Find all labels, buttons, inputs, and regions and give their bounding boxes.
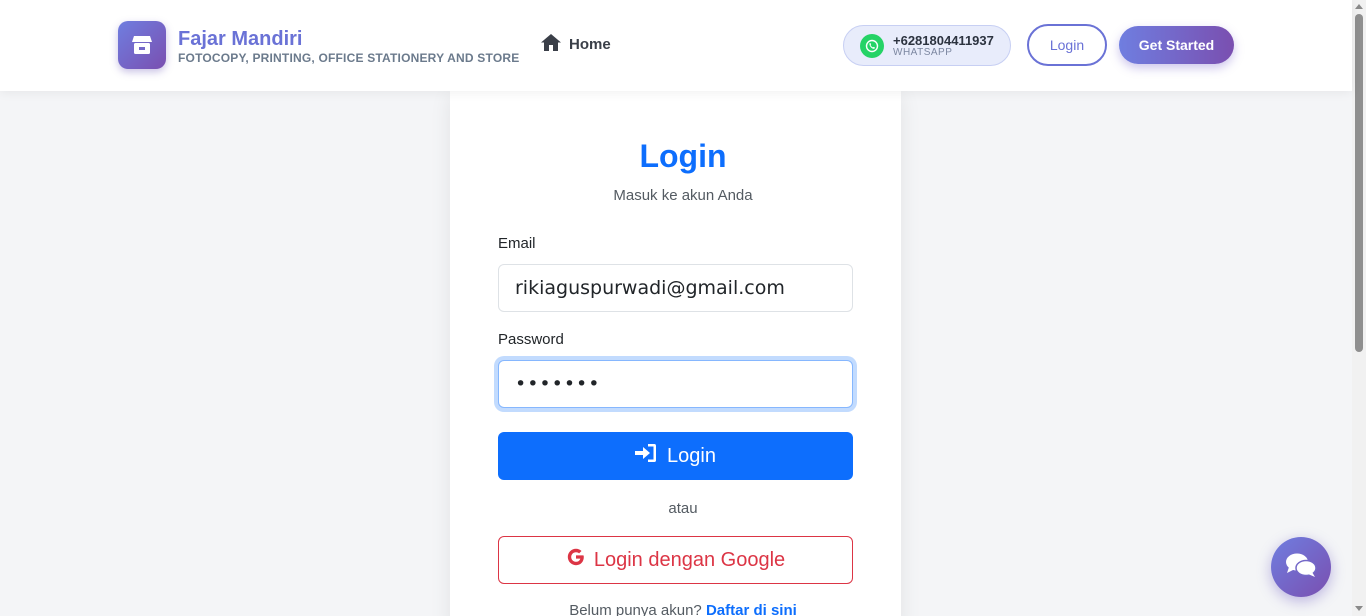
whatsapp-contact[interactable]: +6281804411937 WHATSAPP <box>843 25 1011 66</box>
nav-home-label: Home <box>569 36 611 53</box>
chat-bubbles-icon <box>1285 552 1317 583</box>
nav-home-link[interactable]: Home <box>541 34 611 55</box>
google-login-label: Login dengan Google <box>593 548 786 571</box>
get-started-button[interactable]: Get Started <box>1119 26 1234 64</box>
store-icon[interactable] <box>118 21 166 69</box>
password-input[interactable] <box>498 360 853 408</box>
whatsapp-number: +6281804411937 <box>893 33 994 48</box>
home-icon <box>541 34 561 55</box>
page-scrollbar[interactable] <box>1352 0 1366 616</box>
scroll-up-arrow-icon[interactable] <box>1355 4 1363 9</box>
login-submit-button[interactable]: Login <box>498 432 853 480</box>
sign-in-icon <box>635 443 657 469</box>
scroll-down-arrow-icon[interactable] <box>1355 606 1363 611</box>
chat-button[interactable] <box>1271 537 1331 597</box>
nav-login-button[interactable]: Login <box>1027 24 1107 66</box>
navbar: Fajar Mandiri FOTOCOPY, PRINTING, OFFICE… <box>0 0 1352 91</box>
divider-text: atau <box>668 500 698 517</box>
password-label: Password <box>498 331 564 348</box>
whatsapp-label: WHATSAPP <box>893 47 953 58</box>
brand-name[interactable]: Fajar Mandiri <box>178 28 302 51</box>
google-login-button[interactable]: Login dengan Google <box>498 536 853 584</box>
login-submit-label: Login <box>667 444 716 467</box>
scroll-thumb[interactable] <box>1355 14 1363 352</box>
brand-tagline: FOTOCOPY, PRINTING, OFFICE STATIONERY AN… <box>178 51 520 65</box>
email-label: Email <box>498 235 536 252</box>
whatsapp-icon <box>860 34 884 58</box>
register-link[interactable]: Daftar di sini <box>706 602 797 616</box>
email-input[interactable] <box>498 264 853 312</box>
register-prompt: Belum punya akun? Daftar di sini <box>0 602 1366 616</box>
google-icon <box>566 547 586 573</box>
register-prompt-text: Belum punya akun? <box>569 602 702 616</box>
login-subtitle: Masuk ke akun Anda <box>613 187 753 204</box>
login-title: Login <box>639 138 727 174</box>
